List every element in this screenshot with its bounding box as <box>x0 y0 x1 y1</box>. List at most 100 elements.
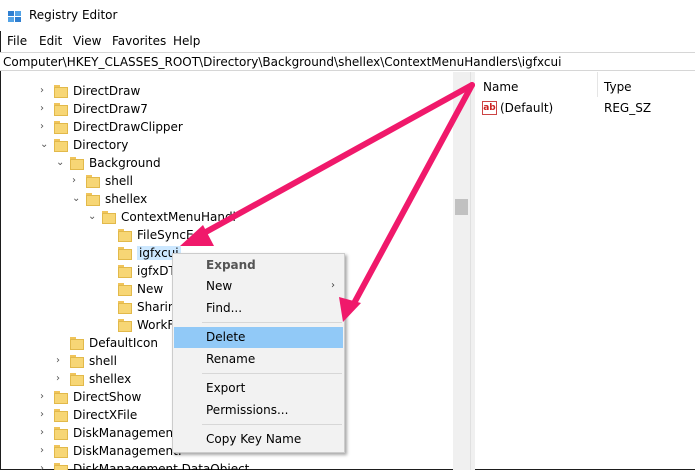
tree-node-label[interactable]: DirectXFile <box>73 408 137 422</box>
menu-item-find[interactable]: Find... <box>174 298 343 319</box>
tree-node-label[interactable]: Sharin <box>137 300 175 314</box>
chevron-right-icon[interactable]: › <box>40 388 49 406</box>
tree-node-label[interactable]: shell <box>89 354 117 368</box>
chevron-right-icon[interactable]: › <box>40 442 49 460</box>
tree-node[interactable]: ⌄ shellex <box>0 190 460 208</box>
folder-icon <box>54 84 68 98</box>
folder-icon <box>54 120 68 134</box>
chevron-right-icon[interactable] <box>104 226 113 244</box>
folder-icon <box>54 102 68 116</box>
menu-item-rename[interactable]: Rename <box>174 349 343 370</box>
folder-icon <box>86 174 100 188</box>
folder-icon <box>54 390 68 404</box>
menu-help[interactable]: Help <box>173 34 200 48</box>
menu-item-expand[interactable]: Expand <box>174 255 343 276</box>
menu-file[interactable]: File <box>7 34 27 48</box>
tree-node-label[interactable]: DiskManagement. <box>73 444 182 458</box>
chevron-right-icon[interactable]: › <box>40 460 49 470</box>
tree-node[interactable]: ⌄ Background <box>0 154 460 172</box>
chevron-down-icon[interactable]: ⌄ <box>88 208 97 226</box>
chevron-down-icon[interactable]: ⌄ <box>56 154 65 172</box>
chevron-right-icon[interactable]: › <box>40 118 49 136</box>
folder-icon <box>70 156 84 170</box>
address-bar[interactable]: Computer\HKEY_CLASSES_ROOT\Directory\Bac… <box>0 52 695 71</box>
menu-item-copy-key-name[interactable]: Copy Key Name <box>174 429 343 450</box>
chevron-right-icon[interactable]: › <box>40 424 49 442</box>
reg-sz-icon: ab <box>482 101 497 115</box>
chevron-right-icon[interactable]: › <box>40 406 49 424</box>
chevron-right-icon[interactable]: › <box>40 82 49 100</box>
tree-node-label[interactable]: Directory <box>73 138 128 152</box>
folder-icon <box>70 372 84 386</box>
chevron-down-icon[interactable]: ⌄ <box>72 190 81 208</box>
column-header-name[interactable]: Name <box>483 72 598 97</box>
chevron-right-icon[interactable] <box>104 244 113 262</box>
chevron-right-icon[interactable] <box>104 298 113 316</box>
tree-node-label[interactable]: WorkF <box>137 318 174 332</box>
scrollbar-thumb[interactable] <box>455 199 468 215</box>
chevron-right-icon[interactable] <box>104 316 113 334</box>
column-header-type[interactable]: Type <box>598 72 695 97</box>
tree-node[interactable]: › shell <box>0 172 460 190</box>
menu-item-delete[interactable]: Delete <box>174 327 343 348</box>
tree-node[interactable]: › DiskManagement.DataObject <box>0 460 460 470</box>
tree-node-label[interactable]: DirectDrawClipper <box>73 120 183 134</box>
tree-node[interactable]: › DirectDrawClipper <box>0 118 460 136</box>
tree-node[interactable]: › DirectDraw <box>0 82 460 100</box>
value-name: (Default) <box>500 101 554 115</box>
chevron-right-icon[interactable] <box>104 280 113 298</box>
folder-icon <box>118 300 132 314</box>
folder-icon <box>118 246 132 260</box>
folder-icon <box>54 444 68 458</box>
menu-edit[interactable]: Edit <box>39 34 62 48</box>
chevron-right-icon[interactable]: › <box>72 172 81 190</box>
menu-favorites[interactable]: Favorites <box>112 34 166 48</box>
tree-node-label[interactable]: New <box>137 282 163 296</box>
tree-node[interactable]: › DirectDraw7 <box>0 100 460 118</box>
menu-item-export[interactable]: Export <box>174 378 343 399</box>
menu-view[interactable]: View <box>73 34 101 48</box>
folder-icon <box>54 426 68 440</box>
tree-node-label[interactable]: DirectShow <box>73 390 141 404</box>
folder-icon <box>118 228 132 242</box>
tree-node-label[interactable]: DiskManagement. <box>73 426 182 440</box>
tree-node-label[interactable]: igfxDT <box>137 264 176 278</box>
tree-node-label[interactable]: shellex <box>105 192 147 206</box>
folder-icon <box>70 336 84 350</box>
folder-icon <box>86 192 100 206</box>
tree-node-label[interactable]: Background <box>89 156 161 170</box>
folder-icon <box>70 354 84 368</box>
tree-node-label[interactable]: shellex <box>89 372 131 386</box>
chevron-down-icon[interactable]: ⌄ <box>40 136 49 154</box>
menu-item-permissions[interactable]: Permissions... <box>174 400 343 421</box>
tree-node-label[interactable]: DiskManagement.DataObject <box>73 462 249 470</box>
menu-separator <box>202 322 342 323</box>
values-pane[interactable]: Name Type ab (Default) REG_SZ <box>476 72 695 470</box>
pane-splitter[interactable] <box>470 72 475 470</box>
tree-node-label[interactable]: FileSyncE <box>137 228 194 242</box>
chevron-right-icon[interactable]: › <box>56 352 65 370</box>
tree-node[interactable]: ⌄ ContextMenuHandl <box>0 208 460 226</box>
tree-node[interactable]: ⌄ Directory <box>0 136 460 154</box>
menu-separator <box>202 373 342 374</box>
value-type: REG_SZ <box>604 101 652 115</box>
chevron-right-icon[interactable]: › <box>40 100 49 118</box>
tree-node-label[interactable]: DefaultIcon <box>89 336 158 350</box>
chevron-right-icon[interactable]: › <box>56 370 65 388</box>
tree-node-label[interactable]: ContextMenuHandl <box>121 210 236 224</box>
tree-node[interactable]: FileSyncE <box>0 226 460 244</box>
menu-bar: File Edit View Favorites Help <box>0 31 695 51</box>
submenu-arrow-icon: › <box>331 280 335 291</box>
folder-icon <box>54 408 68 422</box>
chevron-right-icon[interactable] <box>56 334 65 352</box>
address-path[interactable]: Computer\HKEY_CLASSES_ROOT\Directory\Bac… <box>3 55 561 69</box>
folder-icon <box>118 264 132 278</box>
tree-node-label[interactable]: shell <box>105 174 133 188</box>
folder-icon <box>118 282 132 296</box>
tree-scrollbar[interactable] <box>453 72 470 470</box>
chevron-right-icon[interactable] <box>104 262 113 280</box>
tree-node-label[interactable]: DirectDraw7 <box>73 102 148 116</box>
tree-node-label[interactable]: DirectDraw <box>73 84 140 98</box>
menu-item-new[interactable]: New › <box>174 276 343 297</box>
menu-separator <box>202 424 342 425</box>
